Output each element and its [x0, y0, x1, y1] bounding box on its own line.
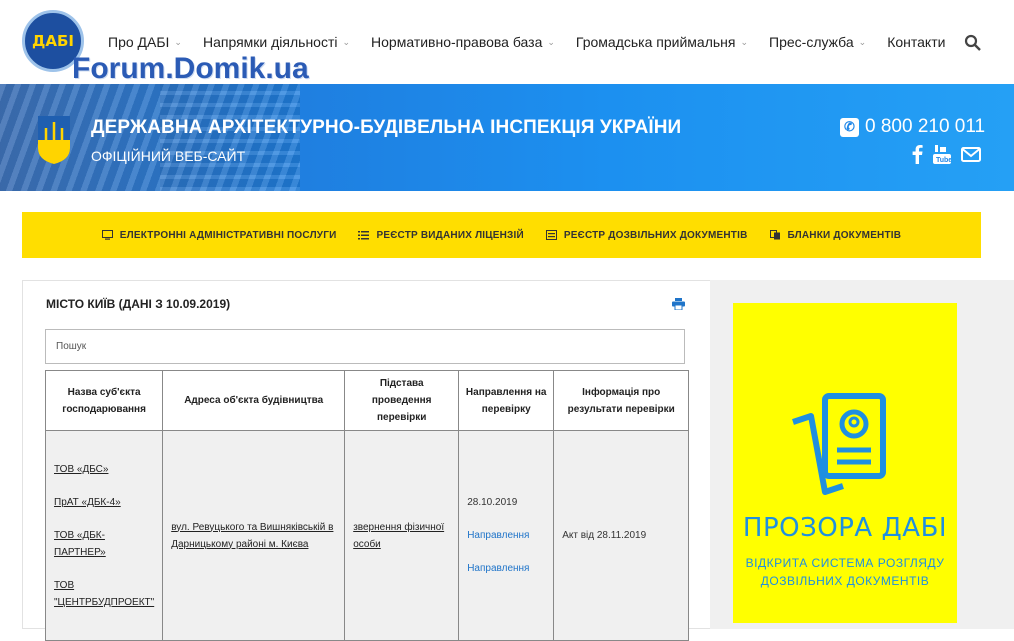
column-header[interactable]: Направлення на перевірку: [458, 370, 555, 431]
nav-item-about[interactable]: Про ДАБІ ⌄: [108, 34, 182, 50]
forum-watermark: Forum.Domik.ua: [72, 52, 309, 85]
site-title: ДЕРЖАВНА АРХІТЕКТУРНО-БУДІВЕЛЬНА ІНСПЕКЦ…: [91, 117, 682, 138]
youtube-icon[interactable]: Tube: [933, 145, 951, 164]
page-title: МІСТО КИЇВ (ДАНІ З 10.09.2019): [46, 297, 231, 311]
chevron-down-icon: ⌄: [740, 36, 749, 47]
basis-link[interactable]: звернення фізичної особи: [353, 519, 450, 553]
chevron-down-icon: ⌄: [174, 36, 182, 47]
address-cell: вул. Ревуцького та Вишняківській в Дарни…: [162, 430, 346, 641]
address-link[interactable]: вул. Ревуцького та Вишняківській в Дарни…: [171, 519, 336, 553]
nav-label: Про ДАБІ: [108, 34, 170, 50]
site-subtitle: ОФІЦІЙНИЙ ВЕБ-САЙТ: [91, 148, 246, 164]
company-link[interactable]: ПрАТ «ДБК-4»: [54, 494, 154, 511]
phone-icon: ✆: [840, 117, 859, 137]
quicklink-label: ЕЛЕКТРОННІ АДМІНІСТРАТИВНІ ПОСЛУГИ: [119, 229, 337, 241]
quicklink-forms[interactable]: БЛАНКИ ДОКУМЕНТІВ: [769, 229, 902, 241]
logo-text: ДАБІ: [32, 32, 74, 50]
column-header[interactable]: Інформація про результати перевірки: [553, 370, 690, 431]
quicklink-label: РЕЄСТР ДОЗВІЛЬНИХ ДОКУМЕНТІВ: [563, 229, 748, 241]
quicklink-licenses[interactable]: РЕЄСТР ВИДАНИХ ЛІЦЕНЗІЙ: [358, 229, 524, 241]
list-icon: [358, 231, 370, 240]
quicklink-label: БЛАНКИ ДОКУМЕНТІВ: [787, 229, 902, 241]
column-header[interactable]: Назва суб'єкта господарювання: [44, 370, 164, 431]
promo-subtitle: ВІДКРИТА СИСТЕМА РОЗГЛЯДУ ДОЗВІЛЬНИХ ДОК…: [745, 556, 945, 588]
svg-text:Tube: Tube: [936, 157, 951, 164]
column-header[interactable]: Підстава проведення перевірки: [344, 370, 460, 431]
chevron-down-icon: ⌄: [342, 36, 351, 47]
promo-title: ПРОЗОРА ДАБІ: [742, 513, 948, 543]
nav-label: Напрямки діяльності: [202, 34, 338, 50]
print-icon[interactable]: [672, 298, 685, 310]
main-nav: Про ДАБІ ⌄ Напрямки діяльності ⌄ Нормативн…: [108, 34, 966, 50]
social-links: Tube: [912, 145, 981, 164]
hotline[interactable]: ✆ 0 800 210 011: [840, 116, 985, 138]
nav-item-legal-base[interactable]: Нормативно-правова база ⌄: [371, 34, 555, 50]
mail-icon[interactable]: [961, 147, 981, 162]
copy-icon: [769, 230, 780, 240]
quicklink-e-services[interactable]: ЕЛЕКТРОННІ АДМІНІСТРАТИВНІ ПОСЛУГИ: [101, 229, 337, 241]
quicklinks-bar: ЕЛЕКТРОННІ АДМІНІСТРАТИВНІ ПОСЛУГИ РЕЄСТ…: [22, 212, 981, 258]
basis-cell: звернення фізичної особи: [344, 430, 460, 641]
register-icon: [545, 230, 557, 240]
monitor-icon: [101, 230, 113, 240]
nav-label: Громадська приймальня: [575, 34, 736, 50]
search-icon[interactable]: [964, 34, 982, 52]
column-header[interactable]: Адреса об'єкта будівництва: [162, 370, 346, 431]
result-cell: Акт від 28.11.2019: [553, 430, 690, 641]
nav-item-contacts[interactable]: Контакти: [887, 34, 945, 50]
nav-label: Контакти: [887, 34, 946, 50]
company-link[interactable]: ТОВ «ДБС»: [54, 461, 154, 478]
nav-item-directions[interactable]: Напрямки діяльності ⌄: [203, 34, 350, 50]
trident-emblem-icon: [38, 116, 70, 164]
phone-number: 0 800 210 011: [865, 116, 986, 137]
inspections-table: Назва суб'єкта господарювання Адреса об'…: [44, 370, 690, 641]
direction-link[interactable]: Направлення: [467, 527, 545, 544]
document-person-icon: [792, 393, 886, 495]
table-search-input[interactable]: Пошук: [45, 329, 685, 364]
direction-date: 28.10.2019: [467, 497, 518, 508]
table-row: ТОВ «ДБС» ПрАТ «ДБК-4» ТОВ «ДБК-ПАРТНЕР»…: [44, 430, 690, 641]
chevron-down-icon: ⌄: [858, 36, 867, 47]
quicklink-label: РЕЄСТР ВИДАНИХ ЛІЦЕНЗІЙ: [376, 229, 524, 241]
facebook-icon[interactable]: [912, 145, 923, 164]
table-header-row: Назва суб'єкта господарювання Адреса об'…: [44, 370, 690, 431]
company-link[interactable]: ТОВ "ЦЕНТРБУДПРОЕКТ": [54, 577, 154, 611]
company-link[interactable]: ТОВ «ДБК-ПАРТНЕР»: [54, 527, 154, 561]
quicklink-permits[interactable]: РЕЄСТР ДОЗВІЛЬНИХ ДОКУМЕНТІВ: [545, 229, 748, 241]
result-text: Акт від 28.11.2019: [562, 530, 647, 541]
nav-item-reception[interactable]: Громадська приймальня ⌄: [576, 34, 748, 50]
directions-cell: 28.10.2019 Направлення Направлення: [458, 430, 555, 641]
chevron-down-icon: ⌄: [547, 36, 555, 47]
companies-cell: ТОВ «ДБС» ПрАТ «ДБК-4» ТОВ «ДБК-ПАРТНЕР»…: [44, 430, 164, 641]
direction-link[interactable]: Направлення: [467, 560, 545, 577]
nav-label: Прес-служба: [769, 34, 854, 50]
nav-item-press[interactable]: Прес-служба ⌄: [769, 34, 866, 50]
nav-label: Нормативно-правова база: [371, 34, 543, 50]
